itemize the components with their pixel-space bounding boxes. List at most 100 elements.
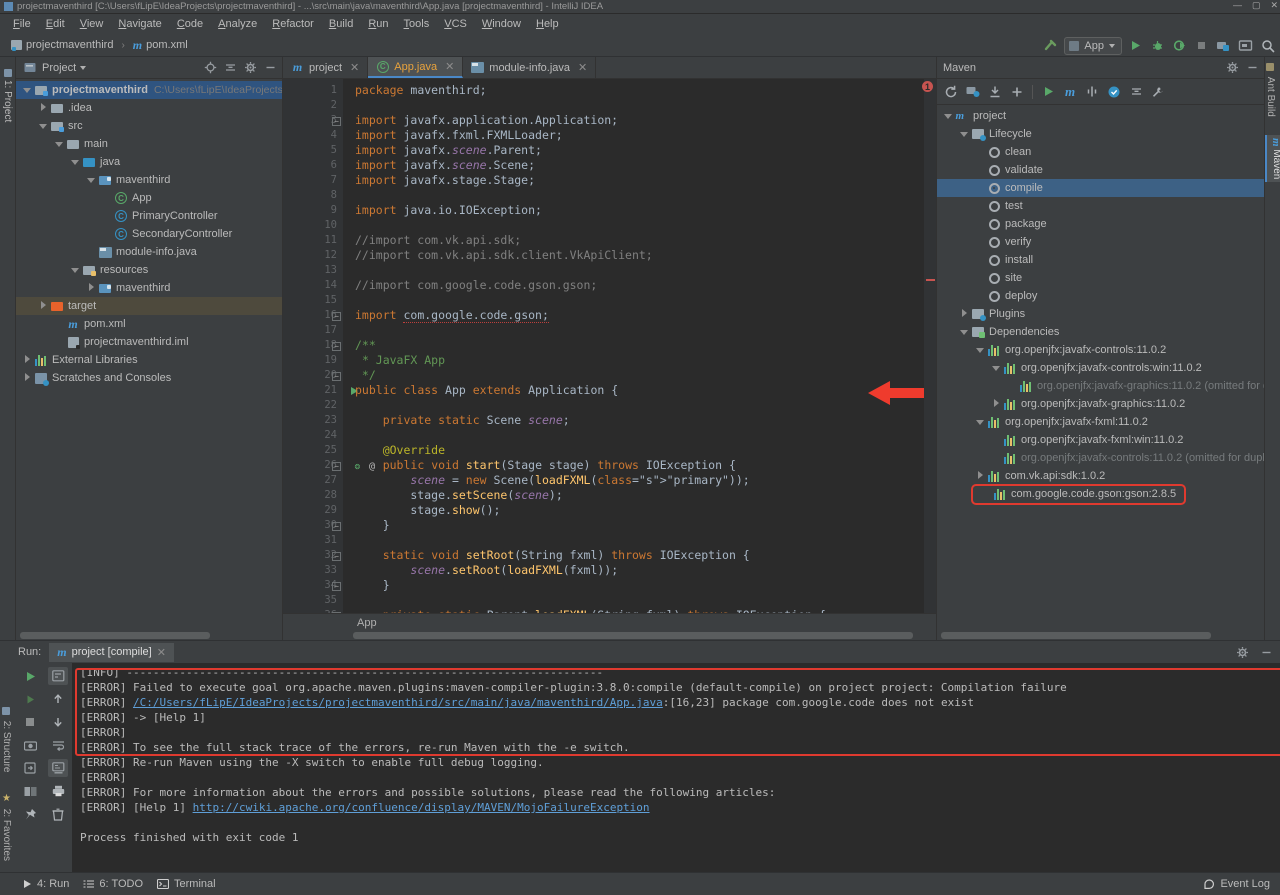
expand-arrow-icon[interactable] <box>36 300 50 312</box>
menu-item-view[interactable]: View <box>73 16 111 32</box>
clear-all-button[interactable] <box>48 805 68 823</box>
project-tree-item[interactable]: C App <box>16 189 282 207</box>
menu-item-analyze[interactable]: Analyze <box>211 16 264 32</box>
scroll-up-button[interactable] <box>48 690 68 708</box>
run-maven-build-icon[interactable] <box>1038 82 1058 102</box>
maven-settings-icon[interactable] <box>1148 82 1168 102</box>
maven-tree-item[interactable]: org.openjfx:javafx-fxml:11.0.2 <box>937 413 1264 431</box>
collapse-arrow-icon[interactable] <box>973 344 987 356</box>
menu-item-help[interactable]: Help <box>529 16 566 32</box>
minimize-icon[interactable]: — <box>1233 0 1242 11</box>
menu-item-file[interactable]: File <box>6 16 38 32</box>
project-tree-item[interactable]: .idea <box>16 99 282 117</box>
reload-projects-icon[interactable] <box>941 82 961 102</box>
run-console[interactable]: [INFO] ---------------------------------… <box>72 663 1280 872</box>
camera-snapshot-button[interactable] <box>20 736 40 754</box>
project-horizontal-scrollbar[interactable] <box>16 631 282 640</box>
maven-tree-item[interactable]: Plugins <box>937 305 1264 323</box>
rerun-button[interactable] <box>20 667 40 685</box>
build-hammer-icon[interactable] <box>1042 37 1059 54</box>
code-fold-toggle[interactable]: − <box>332 582 341 591</box>
show-console-button[interactable] <box>48 759 68 777</box>
breadcrumb-file[interactable]: m pom.xml <box>130 37 191 54</box>
project-tree-item[interactable]: projectmaventhird C:\Users\fLipE\IdeaProj… <box>16 81 282 99</box>
code-text-area[interactable]: package maventhird; import javafx.applic… <box>343 79 924 613</box>
code-fold-toggle[interactable]: − <box>332 552 341 561</box>
code-fold-toggle[interactable]: − <box>332 117 341 126</box>
close-icon[interactable]: ✕ <box>578 61 587 74</box>
maven-tree-item[interactable]: install <box>937 251 1264 269</box>
breadcrumb-project[interactable]: projectmaventhird <box>8 38 116 52</box>
maven-tree-item[interactable]: test <box>937 197 1264 215</box>
project-tree-item[interactable]: java <box>16 153 282 171</box>
code-fold-toggle[interactable]: − <box>332 312 341 321</box>
hide-panel-icon[interactable] <box>1244 60 1260 76</box>
close-icon[interactable]: ✕ <box>157 646 166 659</box>
close-icon[interactable]: ✕ <box>350 61 359 74</box>
event-log-button[interactable]: Event Log <box>1204 878 1270 890</box>
collapse-arrow-icon[interactable] <box>957 128 971 140</box>
maven-tree-item[interactable]: org.openjfx:javafx-controls:11.0.2 (omit… <box>937 449 1264 467</box>
export-button[interactable] <box>20 759 40 777</box>
error-count-badge[interactable]: 1 <box>922 81 933 92</box>
expand-arrow-icon[interactable] <box>989 398 1003 410</box>
project-tree-item[interactable]: C SecondaryController <box>16 225 282 243</box>
collapse-all-icon[interactable] <box>222 60 238 76</box>
maven-tree-item[interactable]: verify <box>937 233 1264 251</box>
project-tree-item[interactable]: maventhird <box>16 279 282 297</box>
collapse-all-icon[interactable] <box>1126 82 1146 102</box>
hide-panel-icon[interactable] <box>262 60 278 76</box>
soft-wrap-button[interactable] <box>48 667 68 685</box>
add-maven-project-icon[interactable] <box>1007 82 1027 102</box>
maven-tree-item[interactable]: org.openjfx:javafx-controls:11.0.2 <box>937 341 1264 359</box>
stop-button[interactable] <box>1193 37 1210 54</box>
expand-arrow-icon[interactable] <box>957 308 971 320</box>
editor-tab-app-java[interactable]: C App.java ✕ <box>368 57 464 78</box>
code-editor[interactable]: 1 2 3−4 5 6 7 8 9 10 11 12 13 14 15 16−17 18−19 20−21 22 2… <box>283 79 936 613</box>
layout-button[interactable] <box>20 782 40 800</box>
collapse-arrow-icon[interactable] <box>941 110 955 122</box>
maven-tree-item[interactable]: compile <box>937 179 1264 197</box>
collapse-arrow-icon[interactable] <box>36 120 50 132</box>
editor-breadcrumb[interactable]: App <box>283 613 936 631</box>
expand-arrow-icon[interactable] <box>20 372 34 384</box>
collapse-arrow-icon[interactable] <box>957 326 971 338</box>
rerun-failed-tests-button[interactable] <box>20 690 40 708</box>
close-icon[interactable]: ✕ <box>445 60 454 73</box>
maven-project-tree[interactable]: m project Lifecycle clean validate compile tes… <box>937 105 1264 631</box>
generate-sources-icon[interactable] <box>963 82 983 102</box>
project-tree-item[interactable]: main <box>16 135 282 153</box>
maven-tree-item[interactable]: validate <box>937 161 1264 179</box>
menu-item-navigate[interactable]: Navigate <box>111 16 168 32</box>
locate-icon[interactable] <box>202 60 218 76</box>
status-item-terminal[interactable]: Terminal <box>157 878 216 890</box>
settings-icon[interactable] <box>1237 37 1254 54</box>
maven-tree-item[interactable]: com.vk.api:sdk:1.0.2 <box>937 467 1264 485</box>
debug-button[interactable] <box>1149 37 1166 54</box>
maven-horizontal-scrollbar[interactable] <box>937 631 1264 640</box>
download-sources-icon[interactable] <box>985 82 1005 102</box>
tool-window-button-ant-build[interactable]: Ant Build <box>1265 63 1276 117</box>
chevron-down-icon[interactable] <box>80 65 87 70</box>
editor-gutter[interactable]: 1 2 3−4 5 6 7 8 9 10 11 12 13 14 15 16−17 18−19 20−21 22 2… <box>283 79 375 613</box>
maven-tree-item[interactable]: org.openjfx:javafx-fxml:win:11.0.2 <box>937 431 1264 449</box>
menu-item-refactor[interactable]: Refactor <box>265 16 321 32</box>
collapse-arrow-icon[interactable] <box>20 84 34 96</box>
run-with-coverage-button[interactable] <box>1171 37 1188 54</box>
pin-button[interactable] <box>20 805 40 823</box>
code-fold-toggle[interactable]: − <box>332 462 341 471</box>
maven-tree-item[interactable]: org.openjfx:javafx-controls:win:11.0.2 <box>937 359 1264 377</box>
project-tree-item[interactable]: C PrimaryController <box>16 207 282 225</box>
expand-arrow-icon[interactable] <box>84 282 98 294</box>
run-configuration-selector[interactable]: App <box>1064 36 1122 55</box>
project-tree-item[interactable]: projectmaventhird.iml <box>16 333 282 351</box>
run-button[interactable] <box>1127 37 1144 54</box>
console-link[interactable]: http://cwiki.apache.org/confluence/displ… <box>193 801 650 814</box>
collapse-arrow-icon[interactable] <box>989 362 1003 374</box>
editor-error-stripe[interactable]: 1 <box>922 79 936 613</box>
maven-tree-item[interactable]: org.openjfx:javafx-graphics:11.0.2 <box>937 395 1264 413</box>
stop-button[interactable] <box>20 713 40 731</box>
hide-panel-icon[interactable] <box>1258 644 1274 660</box>
collapse-arrow-icon[interactable] <box>52 138 66 150</box>
print-button[interactable] <box>48 782 68 800</box>
